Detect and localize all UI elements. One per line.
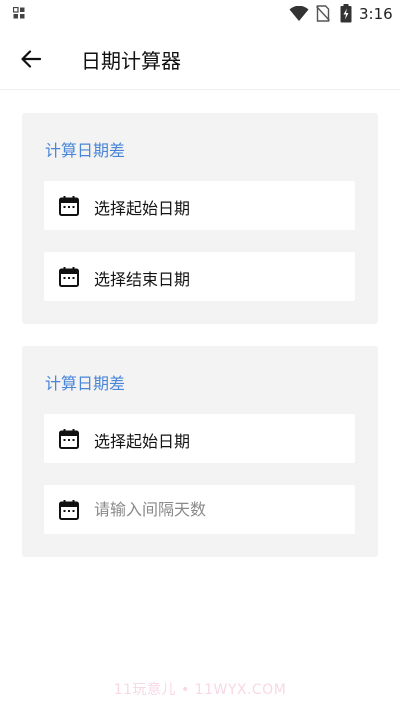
calendar-icon — [59, 500, 79, 520]
watermark: 11玩意儿 • 11WYX.COM — [113, 682, 287, 698]
page-title: 日期计算器 — [81, 49, 181, 73]
card-title: 计算日期差 — [45, 141, 126, 160]
start-date-label: 选择起始日期 — [94, 199, 191, 218]
arrow-back-icon — [21, 50, 41, 68]
start-date-picker[interactable]: 选择起始日期 — [44, 414, 355, 463]
calendar-icon — [59, 429, 79, 449]
app-bar: 日期计算器 — [0, 28, 400, 90]
date-difference-card: 计算日期差 选择起始日期 选择结束日期 — [22, 113, 378, 324]
no-sim-icon — [316, 5, 330, 22]
back-button[interactable] — [14, 42, 48, 76]
date-offset-card: 计算日期差 选择起始日期 — [22, 346, 378, 557]
end-date-label: 选择结束日期 — [94, 270, 191, 289]
start-date-label: 选择起始日期 — [94, 432, 191, 451]
status-bar: 3:16 — [0, 0, 400, 28]
battery-charging-icon — [340, 4, 352, 23]
wifi-icon — [289, 6, 309, 21]
card-title: 计算日期差 — [45, 374, 126, 393]
status-time: 3:16 — [359, 5, 393, 23]
calendar-icon — [59, 267, 79, 287]
start-date-picker[interactable]: 选择起始日期 — [44, 181, 355, 230]
interval-days-input[interactable] — [94, 497, 339, 521]
calendar-icon — [59, 196, 79, 216]
app-grid-icon — [13, 7, 25, 19]
end-date-picker[interactable]: 选择结束日期 — [44, 252, 355, 301]
interval-days-field[interactable] — [44, 485, 355, 534]
